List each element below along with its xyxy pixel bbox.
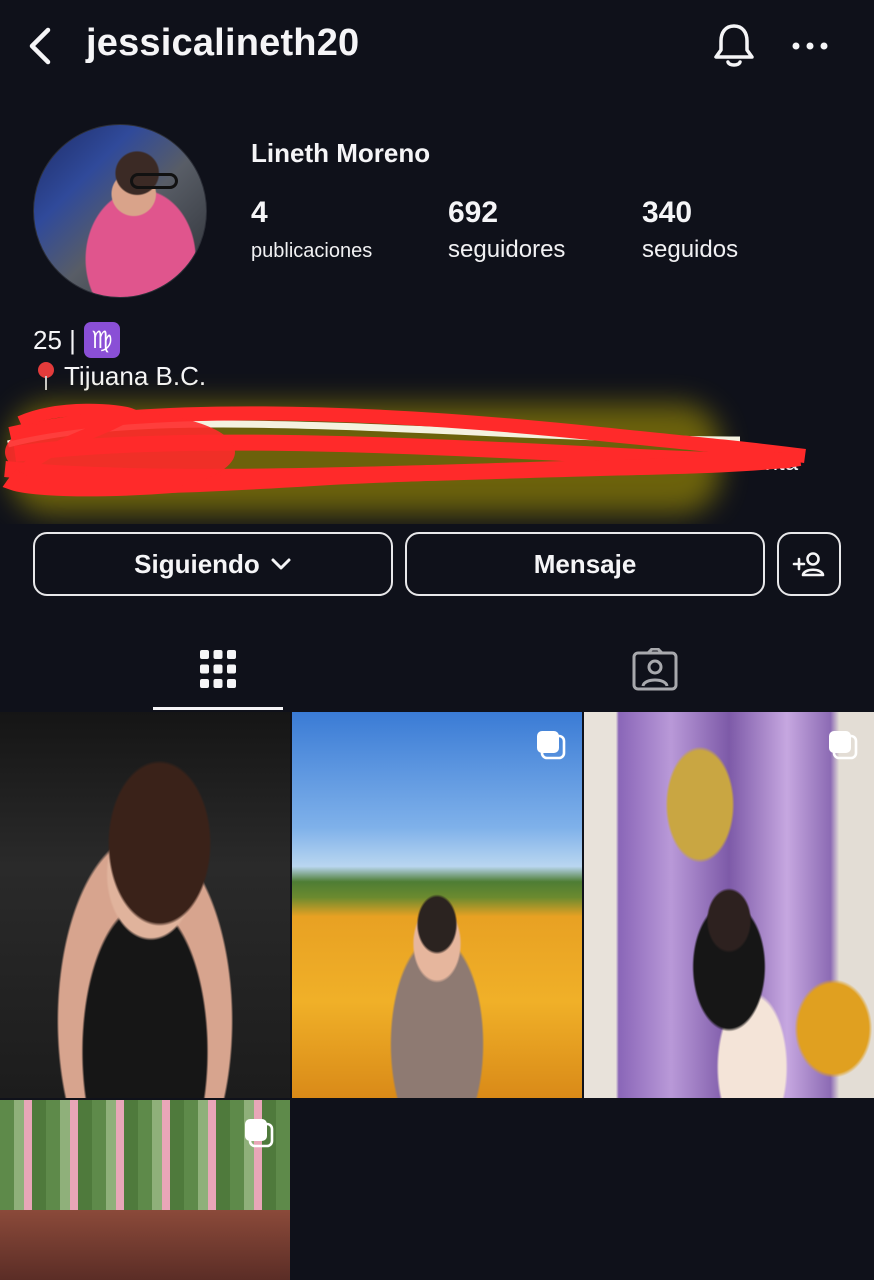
stat-followers-label: seguidores	[448, 236, 566, 263]
stat-followers-value: 692	[448, 196, 499, 229]
more-horizontal-icon[interactable]	[788, 30, 832, 60]
following-button[interactable]: Siguiendo	[33, 532, 393, 596]
post-thumbnail-4[interactable]	[0, 1100, 290, 1280]
stat-following-value: 340	[642, 196, 693, 229]
multiple-images-icon	[537, 731, 566, 760]
stat-posts-label: publicaciones	[251, 240, 373, 262]
profile-avatar[interactable]	[33, 124, 207, 298]
stat-following[interactable]: 340 seguidos	[642, 196, 738, 264]
profile-username: jessicalineth20	[86, 22, 360, 64]
redaction-scribble	[2, 403, 806, 514]
profile-full-name: Lineth Moreno	[251, 138, 431, 168]
tab-posts-grid[interactable]	[153, 630, 283, 710]
grid-icon	[200, 649, 236, 688]
avatar-glasses-detail	[130, 173, 178, 189]
stat-followers[interactable]: 692 seguidores	[448, 196, 565, 264]
virgo-icon: ♍	[83, 322, 120, 358]
stat-posts[interactable]: 4 publicaciones	[251, 196, 372, 263]
tagged-person-icon	[632, 648, 678, 691]
chevron-down-icon	[271, 558, 291, 570]
tab-tagged[interactable]	[590, 630, 720, 710]
post-thumbnail-1[interactable]	[0, 712, 290, 1098]
stat-posts-value: 4	[251, 196, 268, 229]
add-person-icon	[792, 552, 825, 577]
suggested-users-button[interactable]	[777, 532, 841, 596]
stat-following-label: seguidos	[642, 236, 739, 263]
message-button[interactable]: Mensaje	[405, 532, 765, 596]
multiple-images-icon	[829, 731, 858, 760]
bell-icon[interactable]	[710, 20, 758, 70]
bio-age-text: 25 |	[33, 324, 76, 355]
chevron-left-icon[interactable]	[22, 24, 58, 68]
bio-line-age: 25 | ♍	[33, 322, 120, 358]
top-bar: jessicalineth20	[0, 0, 874, 92]
message-button-label: Mensaje	[533, 548, 637, 579]
following-button-label: Siguiendo	[134, 548, 260, 579]
post-thumbnail-2[interactable]	[292, 712, 582, 1098]
post-thumbnail-3[interactable]	[584, 712, 874, 1098]
multiple-images-icon	[245, 1119, 274, 1148]
